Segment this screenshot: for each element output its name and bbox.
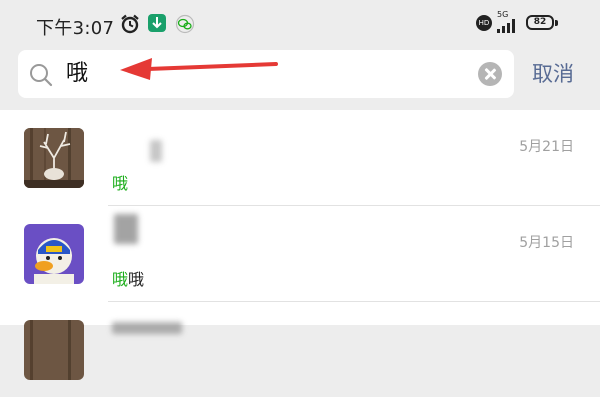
clear-icon[interactable] (478, 62, 502, 86)
battery-level: 82 (533, 17, 547, 27)
contact-name-redacted (114, 214, 138, 244)
snippet-highlight: 哦 (112, 174, 129, 193)
annotation-arrow (120, 58, 278, 80)
message-date: 5月21日 (519, 139, 574, 155)
search-results-list: 5月21日 哦 5月15日 哦哦 (0, 110, 600, 380)
search-icon (30, 64, 53, 87)
message-snippet: 哦 (112, 170, 128, 194)
contact-name-redacted (150, 140, 162, 162)
avatar (24, 224, 84, 284)
message-snippet: 哦哦 (112, 266, 144, 290)
snippet-text: 哦 (128, 270, 145, 289)
hd-icon: HD (476, 15, 492, 31)
alarm-icon (121, 14, 139, 34)
list-item[interactable] (0, 302, 600, 397)
status-time: 下午3:07 (36, 18, 115, 39)
wechat-icon (175, 14, 195, 34)
battery-tip (555, 20, 558, 26)
message-date: 5月15日 (519, 235, 574, 251)
status-bar: 下午3:07 HD 5G 82 (0, 0, 600, 46)
list-item[interactable]: 5月21日 哦 (0, 110, 600, 205)
snippet-highlight: 哦 (112, 270, 129, 289)
battery-icon: 82 (526, 15, 554, 30)
contact-name-redacted (112, 322, 182, 334)
avatar (24, 320, 84, 380)
list-item[interactable]: 5月15日 哦哦 (0, 206, 600, 301)
download-icon (148, 14, 166, 32)
search-input[interactable]: 哦 (66, 60, 88, 88)
avatar (24, 128, 84, 188)
cancel-button[interactable]: 取消 (532, 60, 574, 88)
signal-icon (497, 19, 515, 33)
network-type: 5G (497, 10, 509, 19)
